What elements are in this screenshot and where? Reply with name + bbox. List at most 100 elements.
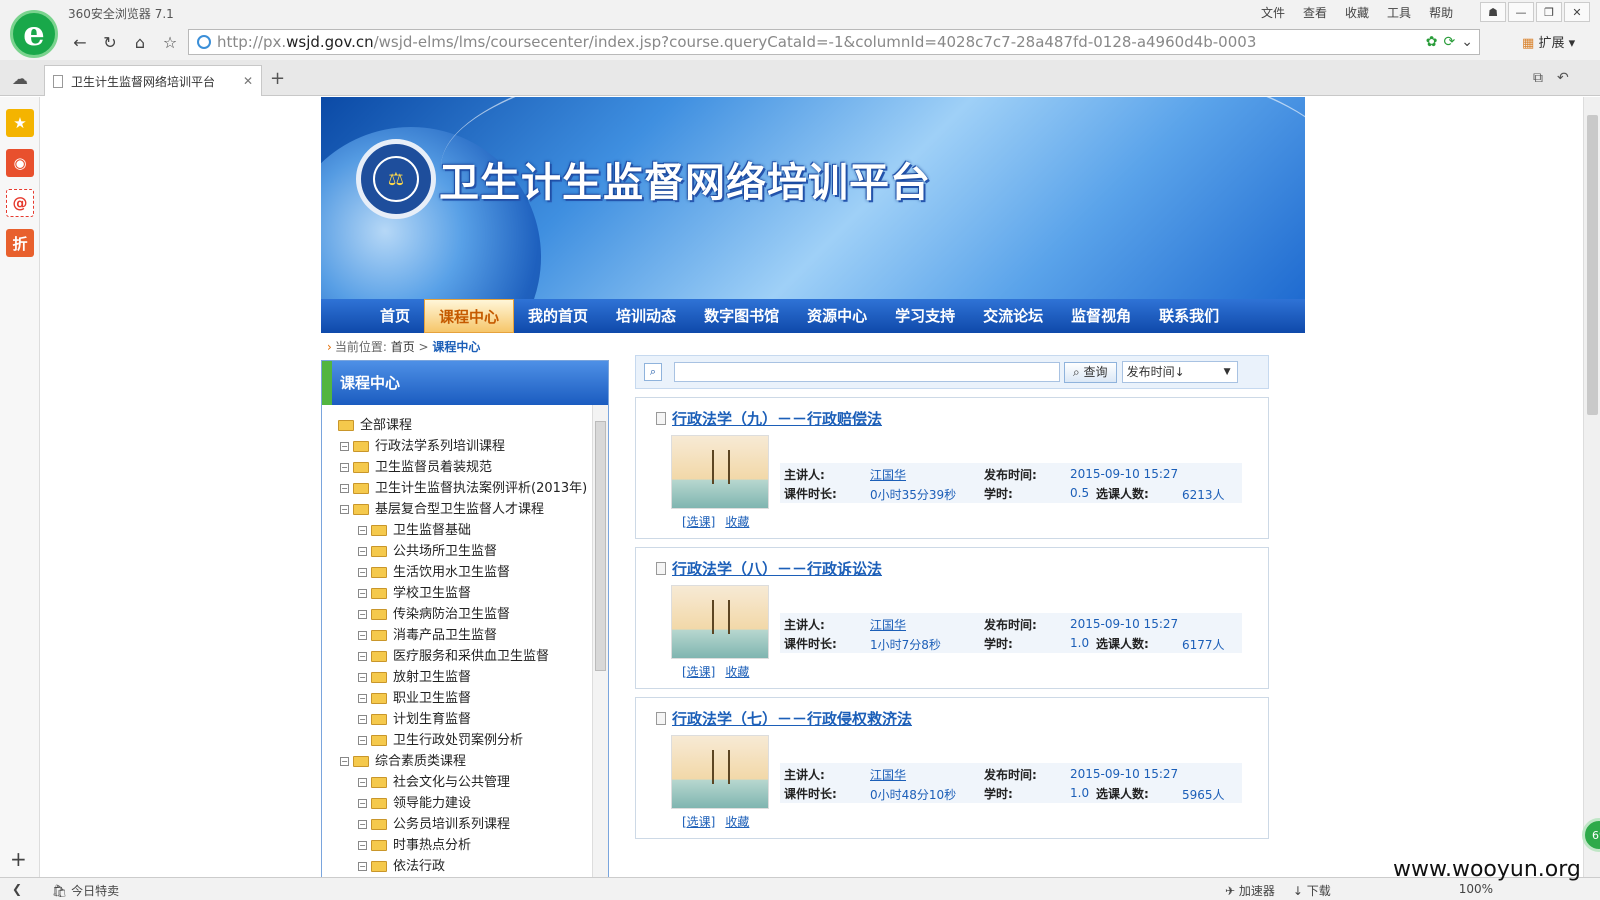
collapse-icon[interactable]: ❮	[12, 882, 22, 896]
course-thumbnail[interactable]	[671, 585, 769, 659]
breadcrumb-current[interactable]: 课程中心	[432, 340, 480, 354]
tree-item[interactable]: − 公务员培训系列课程	[338, 814, 590, 835]
undo-close-icon[interactable]: ↶	[1557, 70, 1569, 86]
tree-item[interactable]: − 依法行政	[338, 856, 590, 877]
menu-item-help[interactable]: 帮助	[1423, 4, 1459, 21]
tree-item[interactable]: − 消毒产品卫生监督	[338, 625, 590, 646]
sort-select[interactable]: 发布时间↓ ▼	[1121, 361, 1238, 383]
select-course-link[interactable]: [选课]	[682, 665, 715, 679]
menu-item-file[interactable]: 文件	[1255, 4, 1291, 21]
expand-toggle-icon[interactable]: −	[358, 589, 367, 598]
expand-toggle-icon[interactable]: −	[340, 463, 349, 472]
tree-item[interactable]: − 职业卫生监督	[338, 688, 590, 709]
zoom-level[interactable]: 100%	[1459, 882, 1493, 899]
expand-toggle-icon[interactable]: −	[340, 505, 349, 514]
expand-toggle-icon[interactable]: −	[358, 715, 367, 724]
favorite-link[interactable]: 收藏	[725, 815, 749, 829]
tree-scroll-thumb[interactable]	[595, 421, 606, 671]
home-icon[interactable]: ⌂	[128, 31, 152, 53]
tree-item[interactable]: − 医疗服务和采供血卫生监督	[338, 646, 590, 667]
tree-item[interactable]: − 行政法学系列培训课程	[338, 436, 590, 457]
tree-item[interactable]: − 传染病防治卫生监督	[338, 604, 590, 625]
nav-learning-support[interactable]: 学习支持	[881, 299, 969, 333]
tree-item[interactable]: 全部课程	[338, 415, 590, 436]
weibo-icon[interactable]: ◉	[6, 149, 34, 177]
skin-icon[interactable]: ☗	[1480, 2, 1506, 22]
tree-item[interactable]: − 综合素质类课程	[338, 751, 590, 772]
page-scroll-thumb[interactable]	[1587, 115, 1598, 415]
tree-item[interactable]: − 放射卫生监督	[338, 667, 590, 688]
extensions-button[interactable]: ▦ 扩展 ▾	[1522, 32, 1575, 51]
course-title-link[interactable]: 行政法学（八）－－行政诉讼法	[656, 558, 882, 579]
tree-item[interactable]: − 公共场所卫生监督	[338, 541, 590, 562]
nav-supervision[interactable]: 监督视角	[1057, 299, 1145, 333]
course-thumbnail[interactable]	[671, 735, 769, 809]
tree-item[interactable]: − 生活饮用水卫生监督	[338, 562, 590, 583]
course-title-link[interactable]: 行政法学（七）－－行政侵权救济法	[656, 708, 912, 729]
expand-toggle-icon[interactable]: −	[358, 610, 367, 619]
discount-icon[interactable]: 折	[6, 229, 34, 257]
mail-icon[interactable]: @	[6, 189, 34, 217]
expand-toggle-icon[interactable]: −	[358, 799, 367, 808]
cloud-icon[interactable]: ☁	[12, 69, 28, 88]
chevron-down-icon[interactable]: ⌄	[1461, 34, 1473, 50]
add-sidebar-icon[interactable]: +	[10, 847, 27, 871]
page-scrollbar[interactable]	[1583, 97, 1600, 877]
minimize-button[interactable]: —	[1508, 2, 1534, 22]
tree-item[interactable]: − 卫生监督基础	[338, 520, 590, 541]
refresh-icon[interactable]: ↻	[98, 31, 122, 53]
expand-toggle-icon[interactable]: −	[358, 736, 367, 745]
nav-training-news[interactable]: 培训动态	[602, 299, 690, 333]
expand-toggle-icon[interactable]: −	[358, 631, 367, 640]
nav-resource-center[interactable]: 资源中心	[793, 299, 881, 333]
expand-toggle-icon[interactable]: −	[358, 862, 367, 871]
expand-toggle-icon[interactable]: −	[358, 820, 367, 829]
favorites-star-icon[interactable]: ★	[6, 109, 34, 137]
tree-item[interactable]: − 时事热点分析	[338, 835, 590, 856]
lecturer-link[interactable]: 江国华	[870, 616, 906, 633]
search-input[interactable]	[674, 362, 1060, 382]
close-button[interactable]: ✕	[1564, 2, 1590, 22]
back-icon[interactable]: ←	[68, 31, 92, 53]
expand-toggle-icon[interactable]: −	[358, 526, 367, 535]
new-tab-button[interactable]: +	[270, 68, 285, 89]
expand-toggle-icon[interactable]: −	[340, 442, 349, 451]
maximize-button[interactable]: ❐	[1536, 2, 1562, 22]
lecturer-link[interactable]: 江国华	[870, 466, 906, 483]
url-text[interactable]: http://px.wsjd.gov.cn/wsjd-elms/lms/cour…	[217, 33, 1256, 51]
search-button[interactable]: ⌕ 查询	[1064, 361, 1117, 383]
expand-toggle-icon[interactable]: −	[358, 841, 367, 850]
expand-toggle-icon[interactable]: −	[358, 568, 367, 577]
nav-course-center[interactable]: 课程中心	[424, 299, 515, 333]
course-title-link[interactable]: 行政法学（九）－－行政赔偿法	[656, 408, 882, 429]
course-thumbnail[interactable]	[671, 435, 769, 509]
favorite-link[interactable]: 收藏	[725, 665, 749, 679]
tree-item[interactable]: − 卫生监督员着装规范	[338, 457, 590, 478]
tree-item[interactable]: − 学校卫生监督	[338, 583, 590, 604]
favorite-link[interactable]: 收藏	[725, 515, 749, 529]
expand-toggle-icon[interactable]: −	[358, 547, 367, 556]
expand-toggle-icon[interactable]: −	[358, 778, 367, 787]
tab-active[interactable]: 卫生计生监督网络培训平台 ✕	[44, 65, 262, 96]
tree-item[interactable]: − 计划生育监督	[338, 709, 590, 730]
download-button[interactable]: ↓ 下载	[1293, 882, 1331, 899]
select-course-link[interactable]: [选课]	[682, 815, 715, 829]
menu-item-favorites[interactable]: 收藏	[1339, 4, 1375, 21]
tab-close-icon[interactable]: ✕	[243, 74, 253, 88]
compat-mode-icon[interactable]: ⟳	[1444, 34, 1456, 50]
menu-item-view[interactable]: 查看	[1297, 4, 1333, 21]
tree-item[interactable]: − 社会文化与公共管理	[338, 772, 590, 793]
menu-item-tools[interactable]: 工具	[1381, 4, 1417, 21]
select-course-link[interactable]: [选课]	[682, 515, 715, 529]
nav-forum[interactable]: 交流论坛	[969, 299, 1057, 333]
expand-toggle-icon[interactable]: −	[340, 484, 349, 493]
bookmark-star-icon[interactable]: ☆	[158, 31, 182, 53]
browser-logo-icon[interactable]: e	[10, 10, 58, 58]
accelerator-button[interactable]: ✈ 加速器	[1225, 882, 1275, 899]
tab-list-icon[interactable]: ⧉	[1533, 70, 1543, 86]
address-bar[interactable]: http://px.wsjd.gov.cn/wsjd-elms/lms/cour…	[188, 29, 1480, 55]
nav-contact[interactable]: 联系我们	[1145, 299, 1233, 333]
expand-toggle-icon[interactable]: −	[358, 652, 367, 661]
expand-toggle-icon[interactable]: −	[358, 694, 367, 703]
lecturer-link[interactable]: 江国华	[870, 766, 906, 783]
